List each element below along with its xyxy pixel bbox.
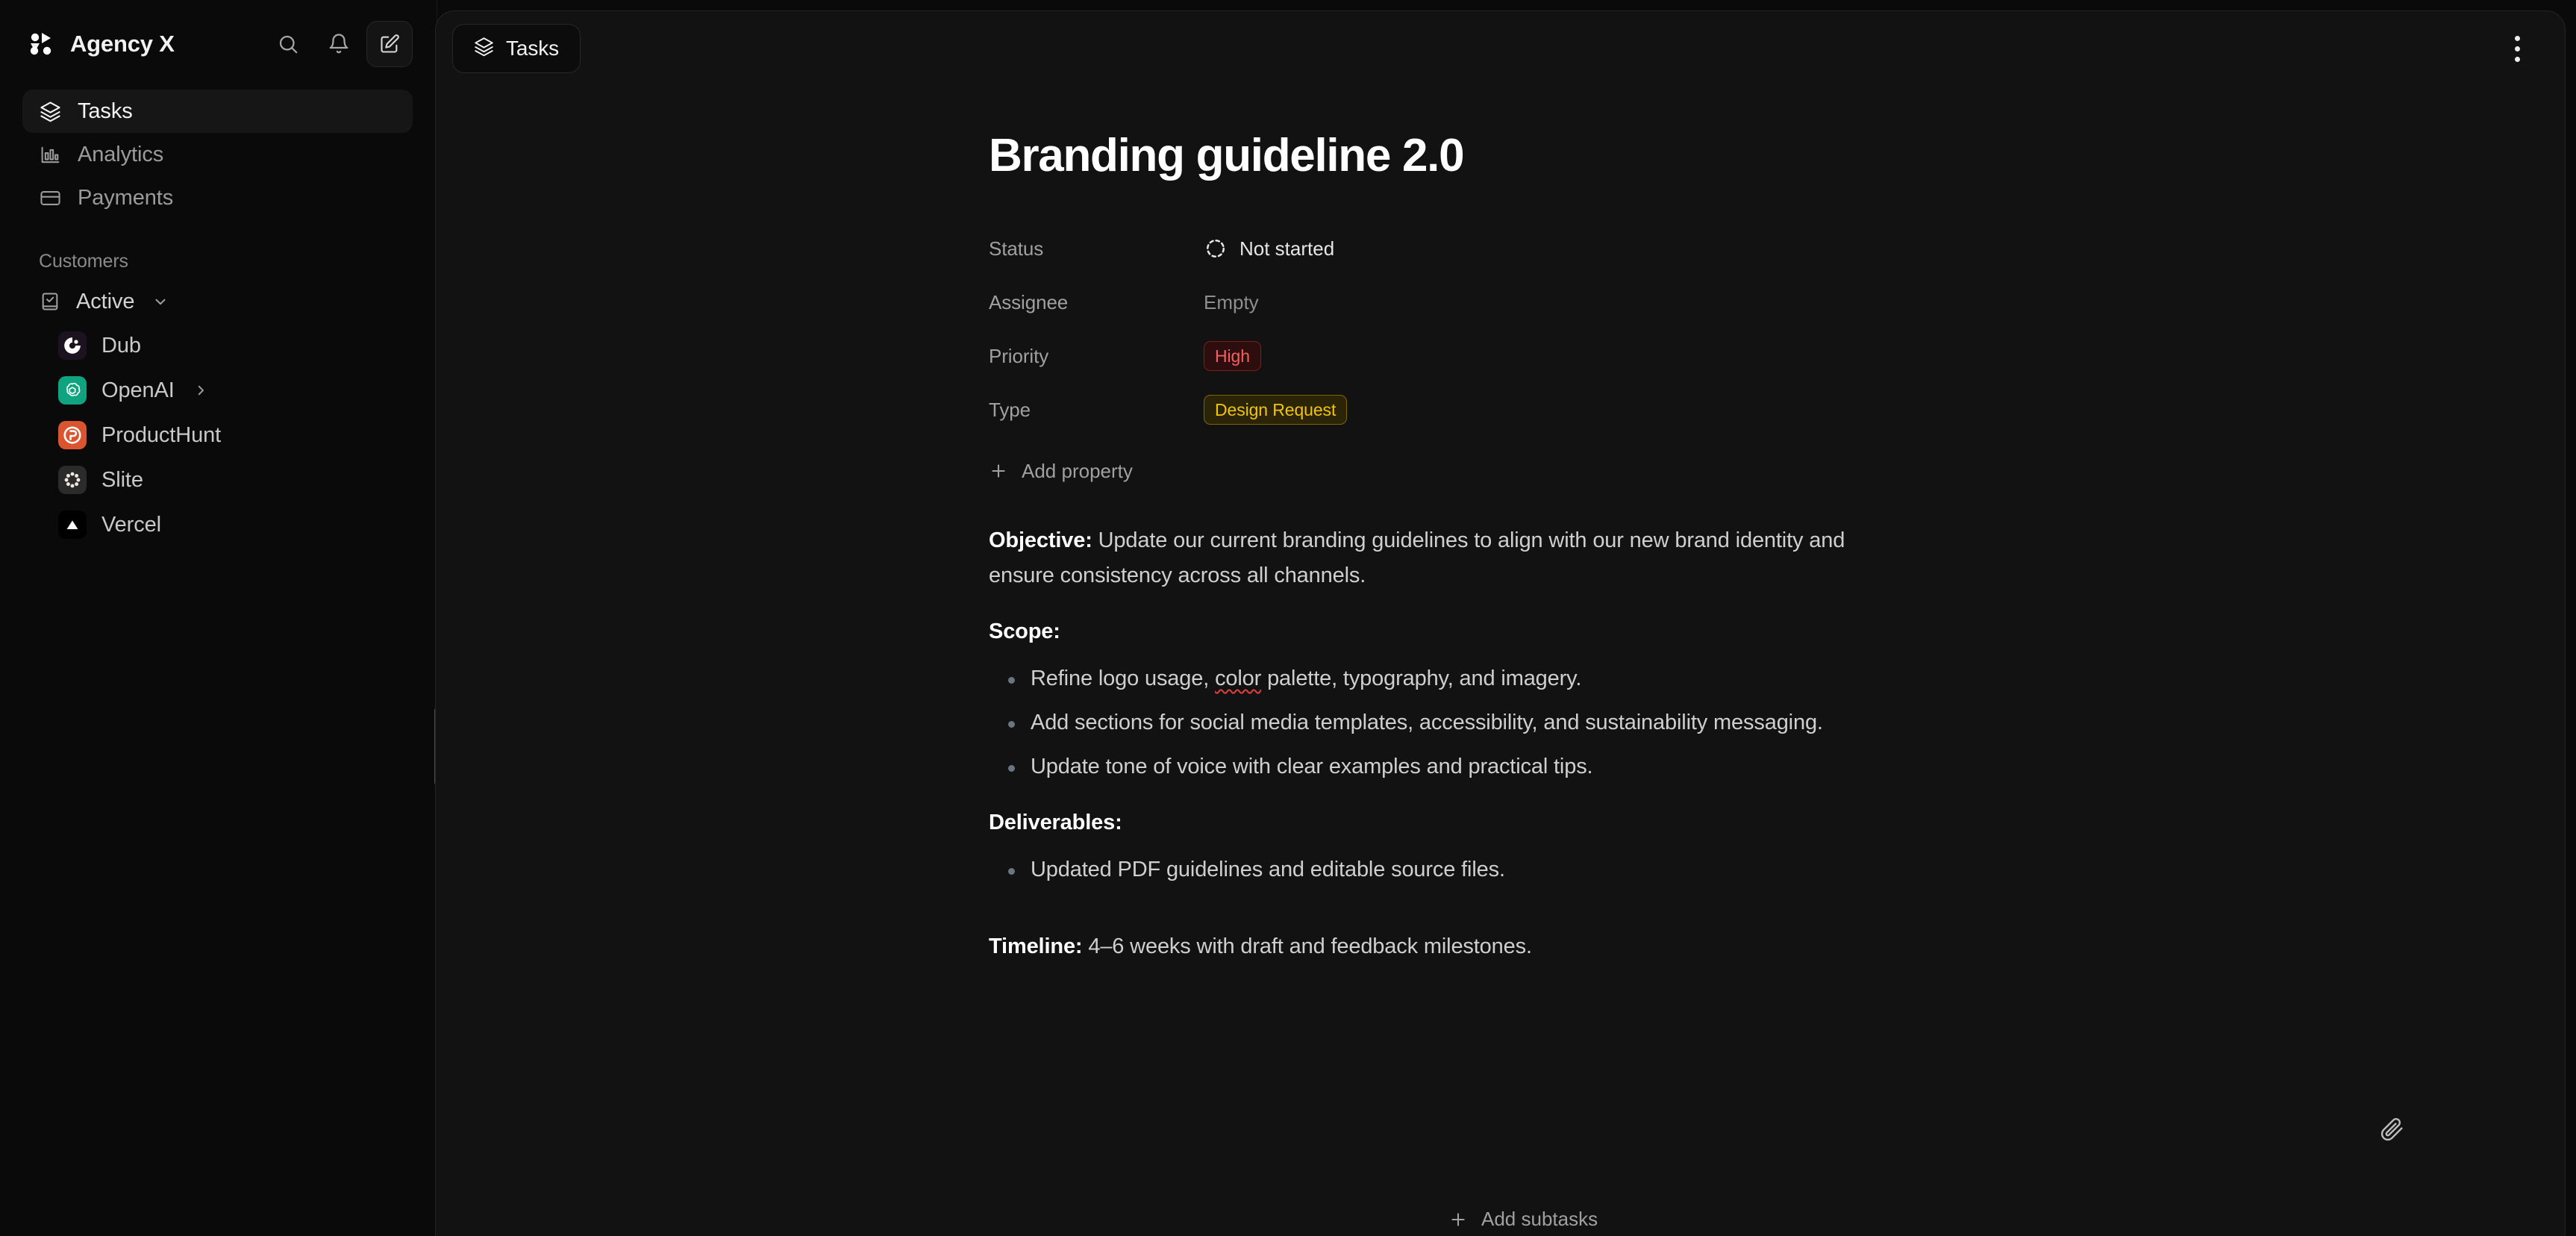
document-body: Objective: Update our current branding g… xyxy=(989,523,1907,964)
sidebar-customer-slite[interactable]: Slite xyxy=(0,458,435,502)
item-pre: Updated PDF guidelines and editable sour… xyxy=(1031,857,1505,881)
compose-icon xyxy=(379,34,400,54)
scope-heading: Scope: xyxy=(989,619,1060,644)
sidebar-item-label: Payments xyxy=(78,185,174,210)
kebab-menu-icon[interactable] xyxy=(2498,29,2536,68)
main-area: Tasks Branding guideline 2.0 Status Not … xyxy=(435,0,2576,1236)
sidebar-nav: Tasks Analytics Payments xyxy=(0,90,435,219)
deliverables-heading: Deliverables: xyxy=(989,811,1122,834)
sidebar-item-label: Tasks xyxy=(78,99,133,123)
sidebar-group-label: Active xyxy=(76,289,135,313)
tab-label: Tasks xyxy=(506,37,560,60)
property-key: Priority xyxy=(989,344,1049,367)
deliverables-list: Updated PDF guidelines and editable sour… xyxy=(989,852,1907,887)
type-value: Design Request xyxy=(1204,395,1348,425)
bar-chart-icon xyxy=(39,143,61,166)
sidebar-customer-label: OpenAI xyxy=(101,378,175,402)
property-key: Assignee xyxy=(989,290,1069,313)
sidebar-customer-dub[interactable]: Dub xyxy=(0,323,435,368)
slite-logo xyxy=(58,466,87,494)
pinwheel-logo-icon xyxy=(25,28,57,60)
timeline-paragraph: Timeline: 4–6 weeks with draft and feedb… xyxy=(989,929,1907,964)
sidebar-customer-vercel[interactable]: Vercel xyxy=(0,502,435,547)
producthunt-logo xyxy=(58,421,87,449)
chevron-right-icon[interactable] xyxy=(194,384,207,397)
search-icon xyxy=(277,33,299,55)
chevron-down-icon[interactable] xyxy=(152,293,169,310)
credit-card-icon xyxy=(39,187,61,209)
sidebar-section-label: Customers xyxy=(39,251,128,272)
sidebar-customer-openai[interactable]: OpenAI xyxy=(0,368,435,413)
list-item: Updated PDF guidelines and editable sour… xyxy=(989,852,1907,887)
plus-icon xyxy=(1448,1210,1468,1229)
add-property-button[interactable]: Add property xyxy=(989,447,1907,495)
status-label: Not started xyxy=(1239,237,1335,260)
document: Branding guideline 2.0 Status Not starte… xyxy=(436,86,2565,964)
content-card: Tasks Branding guideline 2.0 Status Not … xyxy=(435,10,2566,1236)
paperclip-icon[interactable] xyxy=(2378,1116,2405,1143)
compose-button[interactable] xyxy=(366,21,413,67)
sidebar: Agency X Tasks Analytics Payments Custom… xyxy=(0,0,440,1236)
sidebar-customer-label: Dub xyxy=(101,333,141,358)
sidebar-item-label: Analytics xyxy=(78,142,164,166)
sidebar-customer-label: Slite xyxy=(101,467,143,492)
brand[interactable]: Agency X xyxy=(25,28,175,60)
brand-name: Agency X xyxy=(70,31,175,57)
timeline-text: 4–6 weeks with draft and feedback milest… xyxy=(1082,934,1532,958)
layers-icon xyxy=(39,100,61,122)
sidebar-item-payments[interactable]: Payments xyxy=(22,176,413,219)
objective-paragraph: Objective: Update our current branding g… xyxy=(989,523,1907,593)
property-priority: Priority High xyxy=(989,329,1907,383)
search-button[interactable] xyxy=(265,21,311,67)
app-root: Agency X Tasks Analytics Payments Custom… xyxy=(0,0,2576,1236)
sidebar-header: Agency X xyxy=(0,16,435,72)
status-badge-high[interactable]: High xyxy=(1204,341,1261,372)
status-badge-design-request[interactable]: Design Request xyxy=(1204,395,1348,425)
scope-list: Refine logo usage, color palette, typogr… xyxy=(989,661,1907,784)
dub-logo xyxy=(58,331,87,360)
add-subtasks-label: Add subtasks xyxy=(1481,1208,1598,1230)
card-topbar: Tasks xyxy=(436,11,2565,86)
sidebar-header-actions xyxy=(265,21,413,67)
property-status: Status Not started xyxy=(989,222,1907,275)
property-type: Type Design Request xyxy=(989,383,1907,437)
plus-icon xyxy=(989,461,1008,481)
vercel-logo xyxy=(58,511,87,539)
checked-box-icon xyxy=(39,290,61,313)
sidebar-item-analytics[interactable]: Analytics xyxy=(22,133,413,176)
item-post: palette, typography, and imagery. xyxy=(1261,667,1582,691)
list-item: Add sections for social media templates,… xyxy=(989,705,1907,740)
bell-icon xyxy=(328,33,350,55)
property-key: Status xyxy=(989,237,1044,260)
add-subtasks-button[interactable]: Add subtasks xyxy=(1448,1208,1598,1231)
status-value[interactable]: Not started xyxy=(1204,237,1334,260)
layers-icon xyxy=(474,37,494,60)
priority-value: High xyxy=(1204,341,1261,372)
property-key: Type xyxy=(989,398,1031,421)
misspelled-word: color xyxy=(1215,667,1262,691)
tab-tasks[interactable]: Tasks xyxy=(452,24,581,73)
property-assignee: Assignee Empty xyxy=(989,275,1907,329)
item-pre: Update tone of voice with clear examples… xyxy=(1031,755,1593,779)
page-title: Branding guideline 2.0 xyxy=(989,130,1465,181)
item-pre: Add sections for social media templates,… xyxy=(1031,711,1823,735)
properties-list: Status Not started Assignee Empty Priori… xyxy=(989,222,1907,437)
sidebar-item-tasks[interactable]: Tasks xyxy=(22,90,413,133)
timeline-lead: Timeline: xyxy=(989,934,1083,958)
notifications-button[interactable] xyxy=(316,21,362,67)
sidebar-group-active[interactable]: Active xyxy=(0,280,435,323)
add-property-label: Add property xyxy=(1022,459,1133,482)
list-item: Update tone of voice with clear examples… xyxy=(989,749,1907,784)
objective-text: Update our current branding guidelines t… xyxy=(989,528,1845,588)
openai-logo xyxy=(58,376,87,405)
objective-lead: Objective: xyxy=(989,528,1092,553)
sidebar-customer-producthunt[interactable]: ProductHunt xyxy=(0,413,435,458)
dashed-circle-icon xyxy=(1204,237,1228,260)
sidebar-customer-label: ProductHunt xyxy=(101,422,222,447)
sidebar-customer-label: Vercel xyxy=(101,512,161,537)
list-item: Refine logo usage, color palette, typogr… xyxy=(989,661,1907,696)
assignee-value[interactable]: Empty xyxy=(1204,291,1259,314)
item-pre: Refine logo usage, xyxy=(1031,667,1216,691)
